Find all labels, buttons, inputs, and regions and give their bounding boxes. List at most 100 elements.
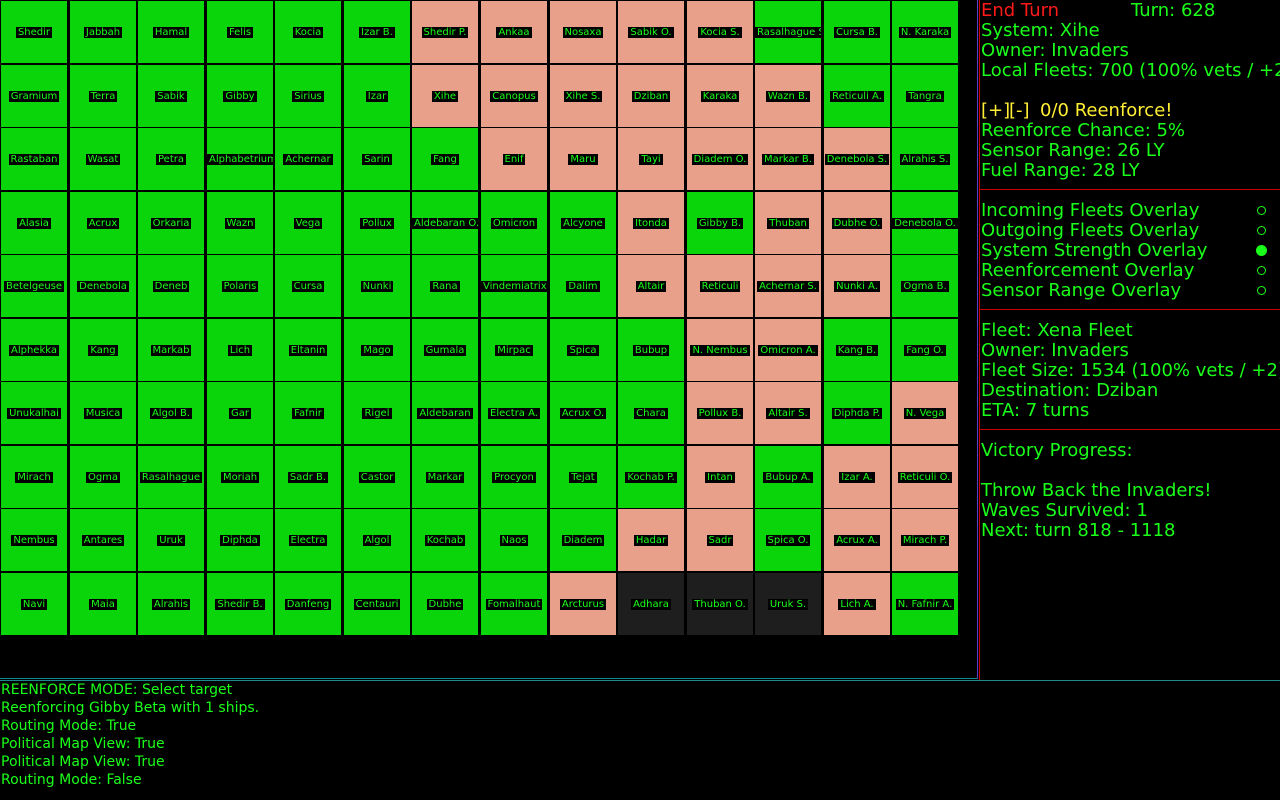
star-system-cell[interactable]: Ogma B. xyxy=(892,255,958,317)
star-system-cell[interactable]: Procyon xyxy=(481,446,547,508)
overlay-reenforcement-radio[interactable] xyxy=(1257,266,1266,275)
star-system-cell[interactable]: Electra xyxy=(275,509,341,571)
star-system-cell[interactable]: Petra xyxy=(138,128,204,190)
star-system-cell[interactable]: Rana xyxy=(412,255,478,317)
star-system-cell[interactable]: Moriah xyxy=(207,446,273,508)
star-system-cell[interactable]: Centauri xyxy=(344,573,410,635)
star-system-cell[interactable]: Nembus xyxy=(1,509,67,571)
star-system-cell[interactable]: Mago xyxy=(344,319,410,381)
star-system-cell[interactable]: Omicron A. xyxy=(755,319,821,381)
overlay-outgoing-radio[interactable] xyxy=(1257,226,1266,235)
star-system-cell[interactable]: Pollux xyxy=(344,192,410,254)
star-system-cell[interactable]: Reticuli O. xyxy=(892,446,958,508)
star-system-cell[interactable]: Rastaban xyxy=(1,128,67,190)
star-system-cell[interactable]: Shedir P. xyxy=(412,1,478,63)
star-system-cell[interactable]: Adhara xyxy=(618,573,684,635)
star-system-cell[interactable]: Kocia S. xyxy=(687,1,753,63)
star-system-cell[interactable]: Wasat xyxy=(70,128,136,190)
star-system-cell[interactable]: Sirius xyxy=(275,65,341,127)
star-system-cell[interactable]: Nosaxa xyxy=(550,1,616,63)
star-system-cell[interactable]: Mirpac xyxy=(481,319,547,381)
star-system-cell[interactable]: Shedir xyxy=(1,1,67,63)
star-system-cell[interactable]: Reticuli xyxy=(687,255,753,317)
overlay-strength-radio[interactable] xyxy=(1256,245,1267,256)
star-system-cell[interactable]: Acrux O. xyxy=(550,382,616,444)
star-system-cell[interactable]: Nunki xyxy=(344,255,410,317)
star-system-cell[interactable]: Hamal xyxy=(138,1,204,63)
star-system-cell[interactable]: Ankaa xyxy=(481,1,547,63)
star-system-cell[interactable]: Dubhe O. xyxy=(824,192,890,254)
star-system-cell[interactable]: Diadem xyxy=(550,509,616,571)
star-system-cell[interactable]: Alphabetrium xyxy=(207,128,273,190)
star-system-cell[interactable]: Alcyone xyxy=(550,192,616,254)
star-system-cell[interactable]: Vindemiatrix xyxy=(481,255,547,317)
reenforce-button[interactable]: 0/0 Reenforce! xyxy=(1040,101,1173,121)
star-system-cell[interactable]: Felis xyxy=(207,1,273,63)
star-system-cell[interactable]: Maia xyxy=(70,573,136,635)
star-system-cell[interactable]: Alasia xyxy=(1,192,67,254)
star-system-cell[interactable]: Diphda xyxy=(207,509,273,571)
star-system-cell[interactable]: Denebola xyxy=(70,255,136,317)
star-system-cell[interactable]: Achernar S. xyxy=(755,255,821,317)
star-system-cell[interactable]: Vega xyxy=(275,192,341,254)
star-system-cell[interactable]: Lich xyxy=(207,319,273,381)
star-system-cell[interactable]: Orkaria xyxy=(138,192,204,254)
star-system-cell[interactable]: Denebola S. xyxy=(824,128,890,190)
star-system-cell[interactable]: Tayi xyxy=(618,128,684,190)
star-system-cell[interactable]: Ogma xyxy=(70,446,136,508)
star-system-cell[interactable]: Izar A. xyxy=(824,446,890,508)
star-system-cell[interactable]: Aldebaran xyxy=(412,382,478,444)
overlay-incoming-radio[interactable] xyxy=(1257,206,1266,215)
star-system-cell[interactable]: Sarin xyxy=(344,128,410,190)
star-system-cell[interactable]: Polaris xyxy=(207,255,273,317)
star-system-cell[interactable]: Fomalhaut xyxy=(481,573,547,635)
star-system-cell[interactable]: Musica xyxy=(70,382,136,444)
star-system-cell[interactable]: Gumala xyxy=(412,319,478,381)
star-system-cell[interactable]: Wazn xyxy=(207,192,273,254)
star-system-cell[interactable]: Gibby B. xyxy=(687,192,753,254)
star-system-cell[interactable]: Cursa xyxy=(275,255,341,317)
star-system-cell[interactable]: Xihe xyxy=(412,65,478,127)
star-system-cell[interactable]: Gar xyxy=(207,382,273,444)
overlay-sensor-label[interactable]: Sensor Range Overlay xyxy=(981,281,1181,301)
star-system-cell[interactable]: Altair S. xyxy=(755,382,821,444)
star-system-cell[interactable]: Fafnir xyxy=(275,382,341,444)
star-system-cell[interactable]: Unukalhai xyxy=(1,382,67,444)
star-system-cell[interactable]: Achernar xyxy=(275,128,341,190)
star-system-cell[interactable]: Eltanin xyxy=(275,319,341,381)
star-system-cell[interactable]: Alrahis S. xyxy=(892,128,958,190)
star-system-cell[interactable]: Kocia xyxy=(275,1,341,63)
star-system-cell[interactable]: Sabik xyxy=(138,65,204,127)
star-system-cell[interactable]: Kochab P. xyxy=(618,446,684,508)
star-system-cell[interactable]: Kochab xyxy=(412,509,478,571)
star-system-cell[interactable]: Itonda xyxy=(618,192,684,254)
star-system-cell[interactable]: Diadem O. xyxy=(687,128,753,190)
reenforce-plus-button[interactable]: [+] xyxy=(981,101,1010,121)
star-system-cell[interactable]: Gibby xyxy=(207,65,273,127)
star-system-cell[interactable]: Xihe S. xyxy=(550,65,616,127)
star-system-cell[interactable]: Markar xyxy=(412,446,478,508)
star-system-cell[interactable]: Antares xyxy=(70,509,136,571)
star-system-cell[interactable]: Acrux A. xyxy=(824,509,890,571)
star-system-cell[interactable]: Sadr B. xyxy=(275,446,341,508)
star-system-cell[interactable]: Chara xyxy=(618,382,684,444)
star-system-cell[interactable]: Sabik O. xyxy=(618,1,684,63)
end-turn-button[interactable]: End Turn xyxy=(981,1,1059,21)
star-system-cell[interactable]: Rigel xyxy=(344,382,410,444)
star-system-cell[interactable]: Alphekka xyxy=(1,319,67,381)
star-system-cell[interactable]: Algol xyxy=(344,509,410,571)
star-system-cell[interactable]: Thuban O. xyxy=(687,573,753,635)
star-system-cell[interactable]: Arcturus xyxy=(550,573,616,635)
star-system-cell[interactable]: Tejat xyxy=(550,446,616,508)
star-system-cell[interactable]: Castor xyxy=(344,446,410,508)
overlay-strength-label[interactable]: System Strength Overlay xyxy=(981,241,1207,261)
star-system-cell[interactable]: Karaka xyxy=(687,65,753,127)
star-system-cell[interactable]: Nunki A. xyxy=(824,255,890,317)
star-system-cell[interactable]: Uruk S. xyxy=(755,573,821,635)
star-system-cell[interactable]: N. Fafnir A. xyxy=(892,573,958,635)
star-system-cell[interactable]: Cursa B. xyxy=(824,1,890,63)
star-system-cell[interactable]: Mirach xyxy=(1,446,67,508)
star-system-cell[interactable]: Hadar xyxy=(618,509,684,571)
star-system-cell[interactable]: Enif xyxy=(481,128,547,190)
overlay-incoming-label[interactable]: Incoming Fleets Overlay xyxy=(981,201,1199,221)
